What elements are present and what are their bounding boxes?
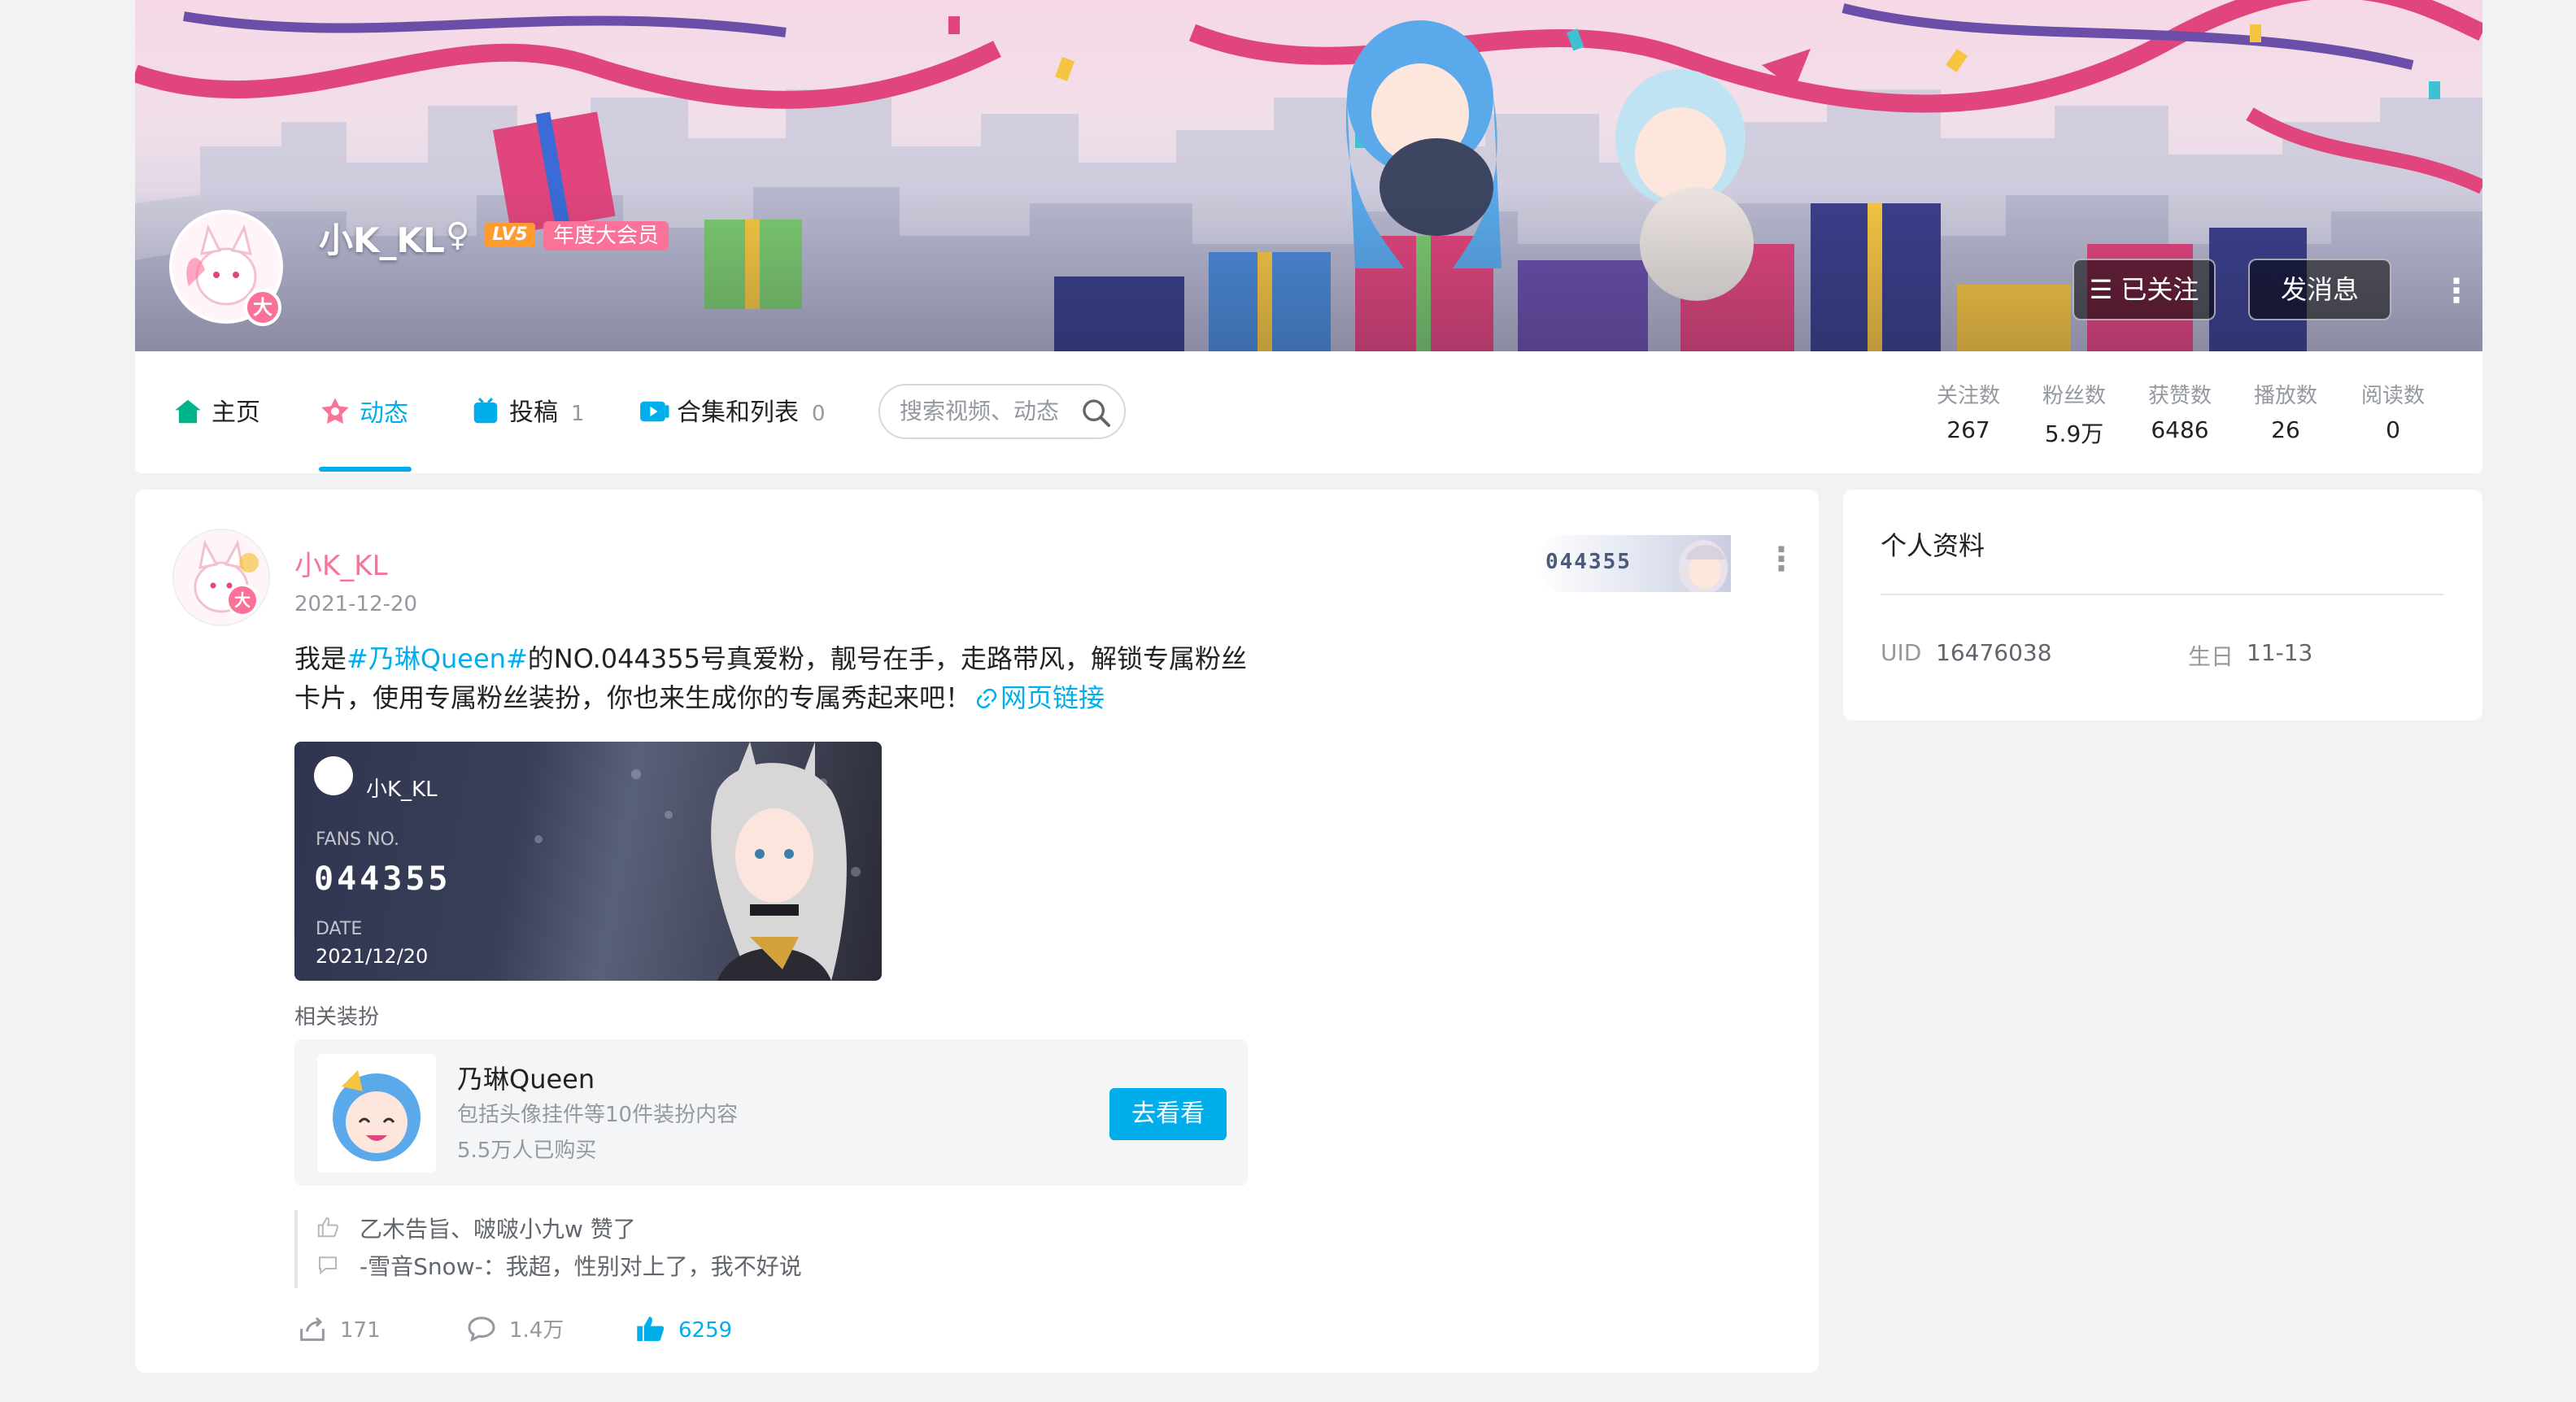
vip-badge[interactable]: 年度大会员 bbox=[543, 221, 669, 250]
fan-card-date: 2021/12/20 bbox=[316, 945, 429, 968]
fan-badge-avatar-icon bbox=[1679, 540, 1728, 592]
active-tab-indicator bbox=[319, 467, 412, 472]
search-box[interactable]: 搜索视频、动态 bbox=[878, 384, 1126, 439]
stat-likes-value: 6486 bbox=[2151, 416, 2209, 443]
stat-fans-label[interactable]: 粉丝数 bbox=[2025, 379, 2123, 409]
more-options-icon[interactable]: ⋮ bbox=[2440, 268, 2473, 314]
liked-by-text[interactable]: 乙木告旨、啵啵小九w 赞了 bbox=[360, 1212, 636, 1244]
comment-action[interactable]: 1.4万 bbox=[465, 1313, 564, 1347]
thumb-up-outline-icon bbox=[317, 1217, 339, 1238]
share-action[interactable]: 171 bbox=[296, 1313, 381, 1347]
decoration-thumbnail[interactable] bbox=[317, 1054, 436, 1173]
profile-info-title: 个人资料 bbox=[1881, 530, 1985, 561]
go-see-button[interactable]: 去看看 bbox=[1109, 1088, 1227, 1140]
thumb-up-icon bbox=[637, 1317, 665, 1341]
tab-collections[interactable]: 合集和列表 0 bbox=[638, 395, 826, 431]
send-message-button[interactable]: 发消息 bbox=[2248, 259, 2391, 320]
decoration-buyers: 5.5万人已购买 bbox=[457, 1139, 597, 1163]
fan-card-no-label: FANS NO. bbox=[316, 829, 399, 850]
fan-card-number: 044355 bbox=[314, 860, 451, 898]
followed-button[interactable]: ☰ 已关注 bbox=[2073, 259, 2216, 320]
post-text-prefix: 我是 bbox=[294, 643, 347, 674]
uploads-count: 1 bbox=[571, 402, 585, 426]
fan-number: 044355 bbox=[1545, 550, 1632, 574]
level-badge: LV5 bbox=[485, 223, 535, 247]
birthday-label: 生日 bbox=[2188, 643, 2234, 670]
profile-info-card bbox=[1843, 490, 2482, 721]
fan-card-avatar bbox=[314, 756, 353, 795]
stat-plays-value: 26 bbox=[2271, 416, 2300, 443]
profile-username: 小K_KL bbox=[319, 220, 445, 260]
birthday-value: 11-13 bbox=[2247, 639, 2313, 666]
home-icon bbox=[175, 399, 201, 424]
tab-dynamic-label: 动态 bbox=[360, 399, 408, 428]
like-action[interactable]: 6259 bbox=[634, 1313, 732, 1347]
related-decoration-label: 相关装扮 bbox=[294, 1005, 380, 1030]
tab-uploads[interactable]: 投稿 1 bbox=[470, 395, 585, 431]
related-decoration-card[interactable] bbox=[294, 1039, 1248, 1186]
stat-likes-label: 获赞数 bbox=[2147, 384, 2212, 408]
profile-info-divider bbox=[1881, 594, 2443, 595]
interaction-divider bbox=[294, 1210, 298, 1288]
post-link-text[interactable]: 网页链接 bbox=[1000, 682, 1105, 713]
comment-outline-icon bbox=[319, 1256, 337, 1275]
fan-number-badge[interactable]: 044355 bbox=[1536, 535, 1731, 592]
uid-value: 16476038 bbox=[1936, 639, 2052, 666]
tab-home-label: 主页 bbox=[211, 398, 260, 427]
post-topic-tag[interactable]: #乃琳Queen# bbox=[347, 643, 528, 674]
post-author-name[interactable]: 小K_KL bbox=[294, 543, 388, 583]
like-count: 6259 bbox=[678, 1318, 733, 1343]
collections-icon bbox=[640, 401, 669, 422]
uid-label: UID bbox=[1881, 639, 1922, 666]
dynamic-icon bbox=[321, 398, 349, 424]
post-web-link[interactable]: 网页链接 bbox=[971, 682, 1105, 713]
tab-uploads-label: 投稿 bbox=[509, 398, 558, 427]
decoration-description: 包括头像挂件等10件装扮内容 bbox=[457, 1103, 739, 1127]
fan-card-image[interactable]: 小K_KL FANS NO. 044355 DATE 2021/12/20 bbox=[294, 742, 882, 981]
post-author-avatar[interactable] bbox=[172, 529, 270, 626]
post-content: 我是#乃琳Queen#的NO.044355号真爱粉，靓号在手，走路带风，解锁专属… bbox=[294, 639, 1254, 717]
stat-reads-value: 0 bbox=[2386, 416, 2400, 443]
collections-count: 0 bbox=[812, 402, 826, 426]
stat-fans-value[interactable]: 5.9万 bbox=[2025, 416, 2123, 449]
stat-following-label[interactable]: 关注数 bbox=[1920, 379, 2017, 409]
link-icon bbox=[976, 688, 997, 709]
decoration-title[interactable]: 乃琳Queen bbox=[457, 1059, 595, 1096]
stat-plays-label: 播放数 bbox=[2253, 384, 2317, 408]
uploads-icon bbox=[473, 398, 498, 424]
stat-following-value[interactable]: 267 bbox=[1920, 416, 2017, 443]
female-gender-icon: ♀ bbox=[446, 216, 470, 254]
vip-avatar-badge: 大 bbox=[244, 289, 281, 326]
comment-count: 1.4万 bbox=[509, 1318, 564, 1343]
fan-card-name: 小K_KL bbox=[366, 777, 438, 802]
search-input[interactable]: 搜索视频、动态 bbox=[900, 385, 1059, 438]
comment-icon bbox=[468, 1317, 495, 1343]
top-comment-text[interactable]: -雪音Snow-：我超，性别对上了，我不好说 bbox=[360, 1249, 802, 1282]
stat-reads-label: 阅读数 bbox=[2360, 384, 2425, 408]
tab-dynamic[interactable]: 动态 bbox=[319, 395, 408, 431]
share-icon bbox=[300, 1317, 325, 1341]
share-count: 171 bbox=[340, 1318, 381, 1343]
post-more-icon[interactable]: ⋮ bbox=[1765, 543, 1798, 576]
tab-home[interactable]: 主页 bbox=[172, 395, 260, 431]
search-icon[interactable] bbox=[1080, 397, 1113, 429]
post-vip-badge: 大 bbox=[226, 584, 259, 616]
fan-card-date-label: DATE bbox=[316, 919, 363, 939]
post-date[interactable]: 2021-12-20 bbox=[294, 592, 417, 616]
tab-collections-label: 合集和列表 bbox=[677, 398, 799, 427]
